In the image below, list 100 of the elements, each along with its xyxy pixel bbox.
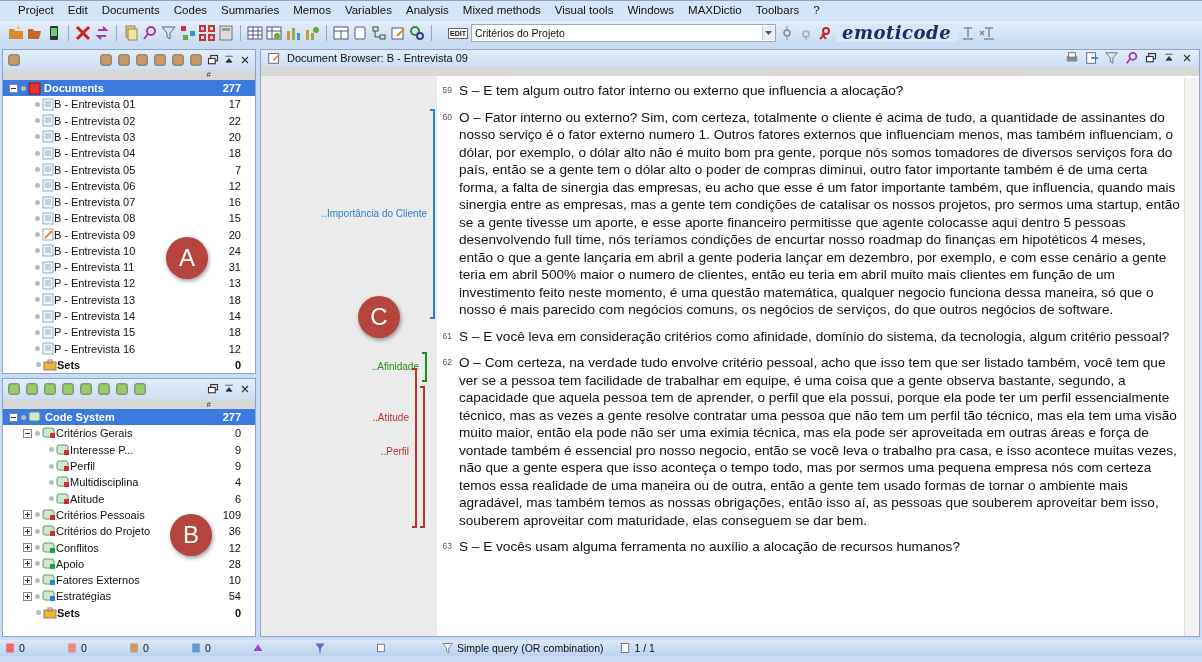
tree-icon[interactable]: [371, 25, 387, 41]
code-label[interactable]: ..Importância do Cliente: [321, 207, 427, 220]
column-header[interactable]: #: [206, 70, 211, 80]
code-label[interactable]: ..Atitude: [372, 412, 409, 424]
dropdown-arrow-icon[interactable]: [765, 30, 773, 36]
bar-chart-icon[interactable]: [285, 25, 301, 41]
code-name[interactable]: Conflitos: [56, 541, 99, 554]
collapse-icon[interactable]: [9, 412, 18, 422]
code-dropdown[interactable]: Critérios do Projeto: [470, 24, 776, 42]
float-icon[interactable]: [1145, 52, 1157, 64]
code-name[interactable]: Critérios do Projeto: [56, 525, 151, 538]
document-icon[interactable]: [4, 642, 16, 654]
code-bracket[interactable]: [422, 352, 427, 382]
code-bracket[interactable]: [412, 368, 417, 528]
document-name[interactable]: B - Entrevista 07: [54, 196, 136, 209]
document-name[interactable]: B - Entrevista 01: [54, 98, 136, 111]
code-bracket[interactable]: [420, 386, 425, 528]
link-icon[interactable]: [128, 642, 140, 654]
edit-icon[interactable]: [267, 51, 281, 65]
document-name[interactable]: P - Entrevista 13: [54, 293, 136, 306]
close-icon[interactable]: [1181, 52, 1193, 64]
float-icon[interactable]: [207, 54, 219, 66]
table-chart-icon[interactable]: [266, 25, 282, 41]
minimize-icon[interactable]: [223, 54, 235, 66]
code-name[interactable]: Apoio: [56, 557, 85, 570]
expand-icon[interactable]: [23, 575, 32, 585]
code-name[interactable]: Multidisciplina: [70, 476, 139, 489]
code-bracket[interactable]: [430, 108, 435, 319]
scrollbar[interactable]: [1184, 78, 1199, 636]
close-icon[interactable]: [239, 383, 251, 395]
funnel-icon[interactable]: [314, 642, 326, 654]
code-name[interactable]: Fatores Externos: [56, 574, 140, 587]
document-name[interactable]: B - Entrevista 08: [54, 212, 136, 225]
menu-item[interactable]: Documents: [101, 4, 160, 18]
document-name[interactable]: B - Entrevista 10: [54, 244, 136, 257]
document-name[interactable]: B - Entrevista 09: [54, 228, 136, 241]
tree-root[interactable]: Code System 277: [3, 409, 255, 426]
sets-label[interactable]: Sets: [57, 358, 81, 371]
document-name[interactable]: P - Entrevista 12: [54, 277, 136, 290]
menu-item[interactable]: Windows: [627, 4, 675, 18]
memo-icon[interactable]: [66, 642, 78, 654]
expand-icon[interactable]: [23, 559, 32, 569]
sets-label[interactable]: Sets: [57, 606, 81, 619]
count: 12: [227, 541, 241, 554]
bar-chart-icon[interactable]: [304, 25, 320, 41]
column-header[interactable]: #: [206, 399, 211, 409]
document-name[interactable]: B - Entrevista 03: [54, 130, 136, 143]
menu-item[interactable]: Project: [18, 4, 54, 18]
expand-icon[interactable]: [23, 543, 32, 552]
menu-item[interactable]: Mixed methods: [462, 4, 541, 18]
collapse-icon[interactable]: [9, 83, 18, 93]
minimize-icon[interactable]: [1163, 52, 1175, 64]
float-icon[interactable]: [207, 383, 219, 395]
variable-icon[interactable]: [190, 642, 202, 654]
document-name[interactable]: B - Entrevista 06: [54, 179, 136, 192]
page-icon[interactable]: [619, 642, 632, 654]
menu-item[interactable]: MAXDictio: [688, 4, 742, 18]
gears-icon[interactable]: [409, 25, 425, 41]
code-name[interactable]: Atitude: [70, 492, 105, 505]
menu-item[interactable]: Edit: [67, 4, 88, 18]
minimize-icon[interactable]: [223, 383, 235, 395]
menu-item[interactable]: Memos: [293, 4, 331, 18]
code-name[interactable]: Estratégias: [56, 590, 112, 603]
swap-icon[interactable]: [94, 25, 110, 41]
code-name[interactable]: Interesse P...: [70, 443, 134, 456]
count: 9: [233, 460, 241, 473]
menu-item[interactable]: Summaries: [221, 4, 280, 18]
expand-icon[interactable]: [23, 526, 32, 536]
document-name[interactable]: P - Entrevista 16: [54, 342, 136, 355]
expand-icon[interactable]: [23, 510, 32, 520]
menu-item[interactable]: Codes: [173, 4, 208, 18]
document-name[interactable]: P - Entrevista 15: [54, 326, 136, 339]
menu-item[interactable]: Visual tools: [554, 4, 614, 18]
grid-icon[interactable]: [199, 25, 215, 41]
network-icon[interactable]: [180, 25, 196, 41]
print-icon[interactable]: [1065, 51, 1079, 65]
code-name[interactable]: Perfil: [70, 460, 96, 473]
layout-icon[interactable]: [333, 25, 349, 41]
menu-item[interactable]: Toolbars: [755, 4, 800, 18]
code-name[interactable]: Critérios Gerais: [56, 427, 133, 440]
code-label[interactable]: ..Perfil: [380, 446, 409, 458]
document-name[interactable]: B - Entrevista 02: [54, 114, 136, 127]
menu-item[interactable]: Variables: [344, 4, 392, 18]
close-icon[interactable]: [239, 54, 251, 66]
code-label[interactable]: ..Afinidade: [371, 361, 419, 373]
calculator-icon[interactable]: [218, 25, 234, 41]
text-remove-icon[interactable]: [979, 25, 996, 41]
export-icon[interactable]: [1085, 51, 1099, 65]
code-name[interactable]: Critérios Pessoais: [56, 508, 145, 521]
document-name[interactable]: P - Entrevista 11: [54, 261, 135, 274]
menu-item[interactable]: ?: [813, 4, 820, 18]
count: 20: [227, 228, 241, 241]
count: 14: [227, 310, 241, 323]
expand-icon[interactable]: [23, 591, 32, 601]
collapse-icon[interactable]: [23, 428, 32, 438]
menu-item[interactable]: Analysis: [406, 4, 449, 18]
document-name[interactable]: B - Entrevista 05: [54, 163, 136, 176]
emoticode-logo[interactable]: emoticode: [835, 24, 958, 42]
document-name[interactable]: P - Entrevista 14: [54, 310, 136, 323]
document-name[interactable]: B - Entrevista 04: [54, 147, 136, 160]
